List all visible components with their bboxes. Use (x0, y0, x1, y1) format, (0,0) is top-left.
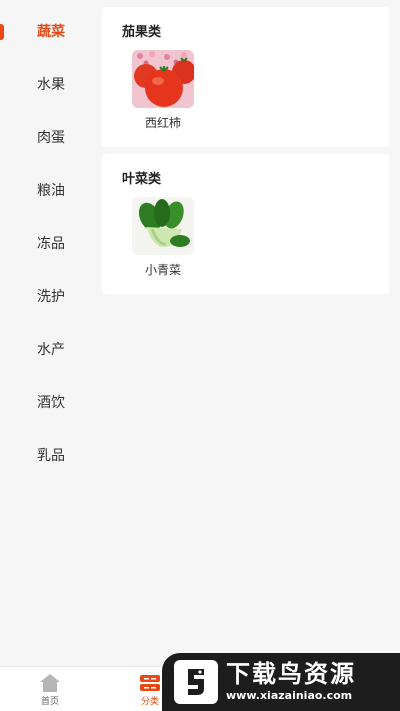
sidebar-item-fruit[interactable]: 水果 (0, 57, 100, 110)
product-item-tomato[interactable]: 西红柿 (122, 50, 204, 131)
product-name: 西红柿 (144, 116, 181, 130)
bird-logo-icon (174, 660, 218, 704)
sidebar-item-label: 水果 (37, 76, 65, 93)
watermark-text: 下载鸟资源 www.xiazainiao.com (226, 661, 356, 703)
sidebar-item-grain-oil[interactable]: 粮油 (0, 163, 100, 216)
tomato-image (132, 50, 194, 108)
tab-label: 首页 (40, 696, 59, 707)
sidebar-item-label: 洗护 (37, 288, 65, 305)
sidebar-item-label: 乳品 (37, 447, 65, 464)
tab-label: 分类 (140, 696, 159, 707)
sidebar-item-label: 酒饮 (37, 394, 65, 411)
watermark-url: www.xiazainiao.com (226, 689, 353, 702)
sidebar-item-seafood[interactable]: 水产 (0, 322, 100, 375)
sidebar-item-frozen[interactable]: 冻品 (0, 216, 100, 269)
sidebar-item-vegetables[interactable]: 蔬菜 (0, 4, 100, 57)
sidebar-item-dairy[interactable]: 乳品 (0, 428, 100, 481)
sidebar-item-label: 肉蛋 (37, 129, 65, 146)
sidebar-item-label: 蔬菜 (37, 23, 65, 40)
category-list: 蔬菜 水果 肉蛋 粮油 冻品 洗护 水产 酒饮 乳品 (0, 0, 100, 481)
sidebar-item-label: 水产 (37, 341, 65, 358)
tab-home[interactable]: 首页 (0, 667, 100, 711)
category-content: 茄果类 西红柿 叶菜类 小青菜 (102, 7, 389, 301)
product-item-bok-choy[interactable]: 小青菜 (122, 197, 204, 278)
section-card: 叶菜类 小青菜 (102, 154, 389, 294)
sidebar-item-label: 冻品 (37, 235, 65, 252)
category-icon (138, 672, 162, 694)
category-sidebar: 蔬菜 水果 肉蛋 粮油 冻品 洗护 水产 酒饮 乳品 (0, 0, 100, 666)
section-title: 茄果类 (122, 25, 162, 40)
product-grid: 小青菜 (122, 197, 369, 278)
site-watermark: 下载鸟资源 www.xiazainiao.com (162, 653, 400, 711)
home-icon (38, 672, 62, 694)
bok-choy-image (132, 197, 194, 255)
section-title: 叶菜类 (122, 172, 162, 187)
product-name: 小青菜 (144, 263, 181, 277)
product-grid: 西红柿 (122, 50, 369, 131)
sidebar-item-personal-care[interactable]: 洗护 (0, 269, 100, 322)
sidebar-item-meat-eggs[interactable]: 肉蛋 (0, 110, 100, 163)
sidebar-item-label: 粮油 (37, 182, 65, 199)
sidebar-item-drinks[interactable]: 酒饮 (0, 375, 100, 428)
section-card: 茄果类 西红柿 (102, 7, 389, 147)
watermark-title: 下载鸟资源 (226, 660, 356, 688)
